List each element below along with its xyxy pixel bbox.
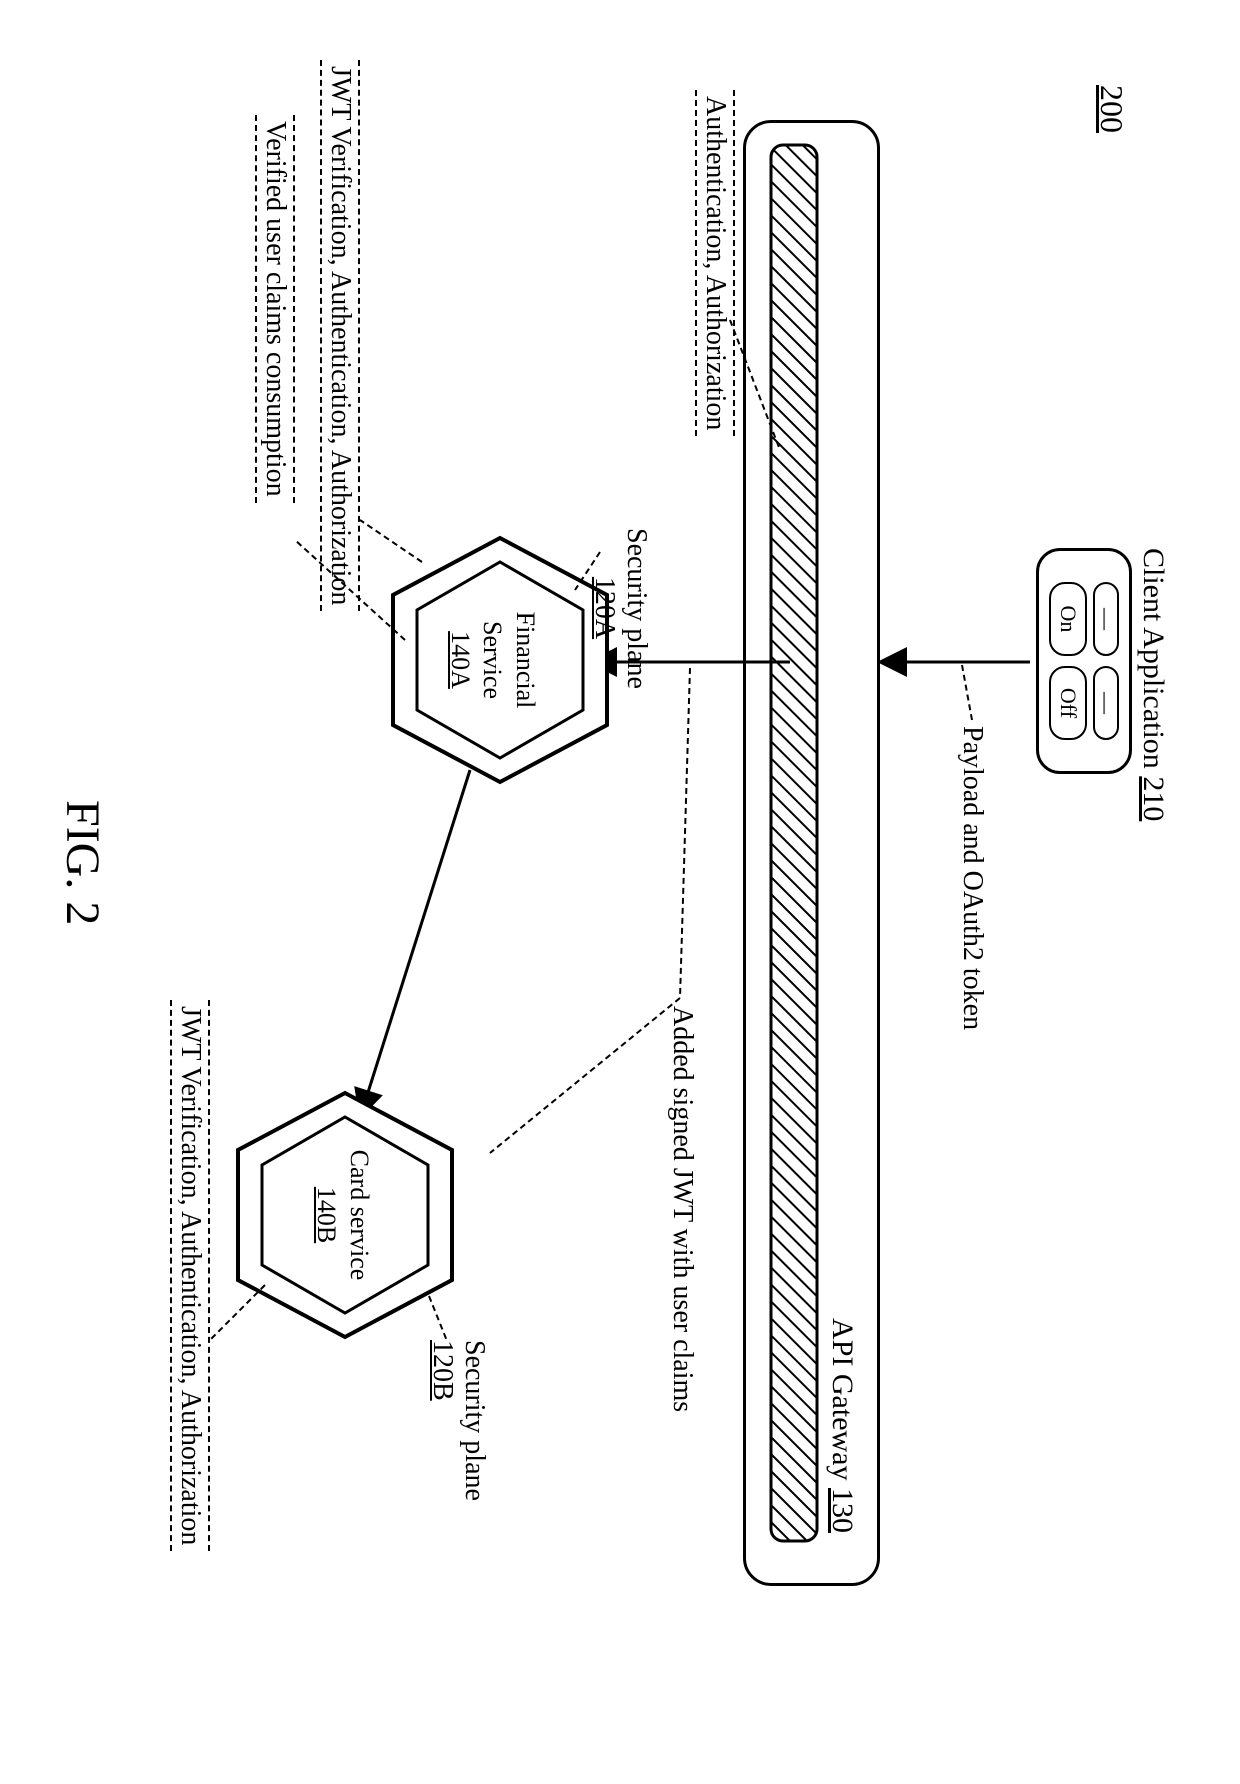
api-gateway-text: API Gateway <box>826 1318 859 1480</box>
leader-gateway-auth <box>725 320 780 470</box>
figure-reference: 200 <box>1093 85 1130 133</box>
leader-arrow1 <box>952 665 972 725</box>
label-serviceB-jwt: JWT Verification, Authentication, Author… <box>170 1000 210 1551</box>
serviceA-name1: Financial <box>511 612 540 709</box>
client-title: Client Application 210 <box>1136 548 1170 821</box>
leader-verified-claims <box>285 540 405 680</box>
financial-service-label: Financial Service 140A <box>444 530 542 790</box>
leader-secplane-b <box>417 1296 447 1351</box>
client-on-button[interactable]: On <box>1049 582 1087 656</box>
security-plane-b-text: Security plane <box>459 1340 490 1501</box>
card-service-label: Card service 140B <box>310 1085 375 1345</box>
client-title-ref: 210 <box>1137 776 1170 821</box>
label-payload-oauth2: Payload and OAuth2 token <box>954 720 990 1036</box>
figure-title: FIG. 2 <box>55 800 110 925</box>
serviceA-ref: 140A <box>446 631 475 689</box>
security-plane-b-ref: 120B <box>426 1340 458 1500</box>
serviceB-ref: 140B <box>313 1187 342 1243</box>
client-btn-placeholder-2: — <box>1093 666 1119 740</box>
client-application-block: Client Application 210 — On — Off <box>1036 548 1170 821</box>
api-gateway-label: API Gateway 130 <box>819 143 859 1563</box>
serviceA-name2: Service <box>479 621 508 699</box>
client-title-text: Client Application <box>1137 548 1170 769</box>
api-gateway-ref: 130 <box>826 1488 859 1533</box>
security-plane-b-label: Security plane 120B <box>426 1340 490 1501</box>
leader-serviceB-jwt <box>205 1285 265 1365</box>
leader-secplane-a <box>560 552 600 612</box>
serviceB-name1: Card service <box>345 1150 374 1281</box>
client-off-button[interactable]: Off <box>1049 666 1087 740</box>
label-verified-claims: Verified user claims consumption <box>255 115 295 503</box>
client-btn-placeholder-1: — <box>1093 582 1119 656</box>
security-plane-a-text: Security plane <box>621 528 652 689</box>
arrow-serviceA-to-serviceB <box>350 770 470 1120</box>
